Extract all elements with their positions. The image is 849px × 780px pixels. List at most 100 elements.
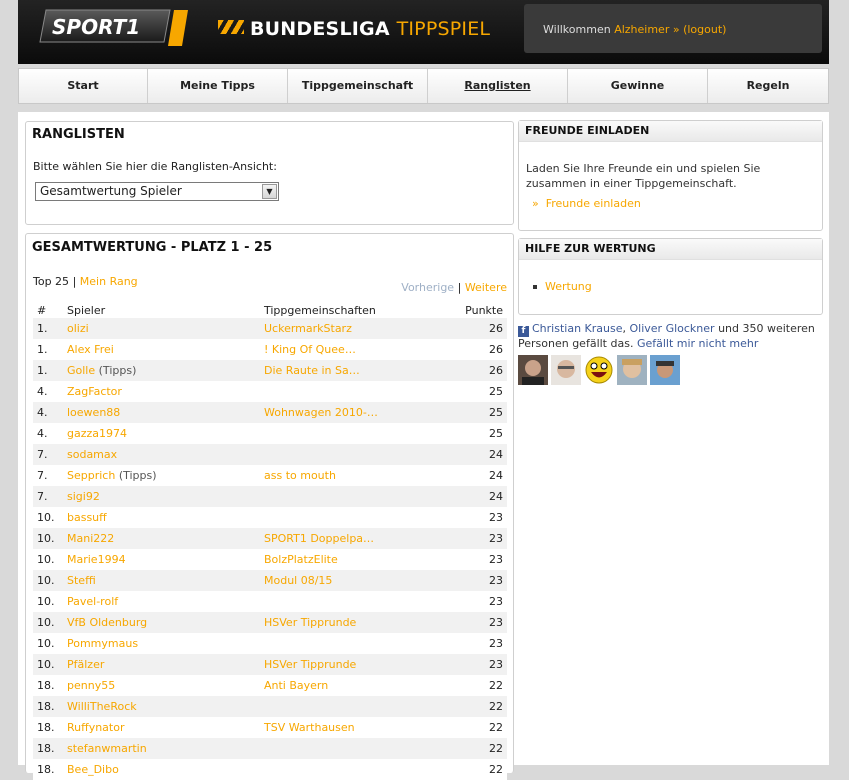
player-link[interactable]: Marie1994 bbox=[67, 553, 126, 566]
player-link[interactable]: Sepprich bbox=[67, 469, 115, 482]
row-team[interactable]: BolzPlatzElite bbox=[260, 549, 444, 570]
next-page-link[interactable]: Weitere bbox=[465, 281, 507, 294]
player-link[interactable]: Alex Frei bbox=[67, 343, 114, 356]
player-link[interactable]: WilliTheRock bbox=[67, 700, 137, 713]
freunde-einladen-label: Freunde einladen bbox=[545, 197, 641, 210]
row-rank: 7. bbox=[33, 444, 63, 465]
row-team[interactable]: Anti Bayern bbox=[260, 675, 444, 696]
mein-rang-link[interactable]: Mein Rang bbox=[80, 275, 138, 288]
row-team[interactable]: HSVer Tipprunde bbox=[260, 612, 444, 633]
row-points: 25 bbox=[444, 423, 507, 444]
row-rank: 1. bbox=[33, 360, 63, 381]
username-link[interactable]: Alzheimer » bbox=[614, 23, 679, 36]
ranglisten-title: RANGLISTEN bbox=[32, 127, 125, 142]
player-link[interactable]: Ruffynator bbox=[67, 721, 125, 734]
avatar[interactable] bbox=[518, 355, 548, 385]
player-link[interactable]: Steffi bbox=[67, 574, 96, 587]
row-rank: 18. bbox=[33, 738, 63, 759]
player-link[interactable]: Pommymaus bbox=[67, 637, 138, 650]
table-row: 1. Golle (Tipps) Die Raute in Sa… 26 bbox=[33, 360, 507, 381]
player-link[interactable]: Pavel-rolf bbox=[67, 595, 118, 608]
player-link[interactable]: Pfälzer bbox=[67, 658, 104, 671]
ranglisten-panel: RANGLISTEN Bitte wählen Sie hier die Ran… bbox=[25, 121, 514, 225]
chevron-down-icon[interactable]: ▼ bbox=[262, 184, 277, 199]
row-rank: 18. bbox=[33, 696, 63, 717]
row-rank: 10. bbox=[33, 612, 63, 633]
player-link[interactable]: gazza1974 bbox=[67, 427, 127, 440]
player-link[interactable]: sodamax bbox=[67, 448, 117, 461]
fb-avatars bbox=[518, 355, 680, 385]
player-link[interactable]: sigi92 bbox=[67, 490, 100, 503]
row-points: 24 bbox=[444, 486, 507, 507]
row-player: olizi bbox=[63, 318, 260, 339]
row-points: 25 bbox=[444, 381, 507, 402]
row-rank: 18. bbox=[33, 675, 63, 696]
wertung-link[interactable]: Wertung bbox=[545, 280, 592, 293]
fb-friend-1[interactable]: Christian Krause bbox=[532, 322, 623, 335]
nav-ranglisten[interactable]: Ranglisten bbox=[428, 69, 568, 103]
row-player: bassuff bbox=[63, 507, 260, 528]
title-accent: TIPPSPIEL bbox=[396, 18, 491, 40]
nav-regeln[interactable]: Regeln bbox=[708, 69, 828, 103]
row-team[interactable]: SPORT1 Doppelpa… bbox=[260, 528, 444, 549]
row-player: ZagFactor bbox=[63, 381, 260, 402]
avatar[interactable] bbox=[551, 355, 581, 385]
table-header: # Spieler Tippgemeinschaften Punkte bbox=[33, 302, 507, 318]
table-row: 1. Alex Frei ! King Of Quee… 26 bbox=[33, 339, 507, 360]
player-link[interactable]: penny55 bbox=[67, 679, 115, 692]
view-select[interactable]: Gesamtwertung Spieler ▼ bbox=[35, 182, 279, 201]
row-rank: 10. bbox=[33, 633, 63, 654]
nav-gewinne[interactable]: Gewinne bbox=[568, 69, 708, 103]
tipps-link[interactable]: (Tipps) bbox=[119, 469, 157, 482]
table-row: 10. Pfälzer HSVer Tipprunde 23 bbox=[33, 654, 507, 675]
gesamtwertung-title: GESAMTWERTUNG - PLATZ 1 - 25 bbox=[32, 240, 273, 255]
view-select-value: Gesamtwertung Spieler bbox=[40, 184, 182, 198]
row-player: Mani222 bbox=[63, 528, 260, 549]
fb-friend-2[interactable]: Oliver Glockner bbox=[630, 322, 715, 335]
freunde-einladen-link[interactable]: » Freunde einladen bbox=[532, 197, 641, 210]
row-points: 23 bbox=[444, 654, 507, 675]
player-link[interactable]: bassuff bbox=[67, 511, 107, 524]
fb-unlike-link[interactable]: Gefällt mir nicht mehr bbox=[637, 337, 758, 350]
row-team bbox=[260, 696, 444, 717]
row-team[interactable]: UckermarkStarz bbox=[260, 318, 444, 339]
player-link[interactable]: Mani222 bbox=[67, 532, 114, 545]
col-points-header: Punkte bbox=[465, 303, 503, 317]
avatar[interactable] bbox=[584, 355, 614, 385]
row-team[interactable]: ass to mouth bbox=[260, 465, 444, 486]
nav-tippgemeinschaft[interactable]: Tippgemeinschaft bbox=[288, 69, 428, 103]
player-link[interactable]: stefanwmartin bbox=[67, 742, 147, 755]
row-team bbox=[260, 591, 444, 612]
prev-page-link[interactable]: Vorherige bbox=[401, 281, 454, 294]
row-team[interactable]: Modul 08/15 bbox=[260, 570, 444, 591]
player-link[interactable]: olizi bbox=[67, 322, 89, 335]
nav-start[interactable]: Start bbox=[19, 69, 148, 103]
logout-link[interactable]: (logout) bbox=[683, 23, 726, 36]
row-team[interactable]: Die Raute in Sa… bbox=[260, 360, 444, 381]
player-link[interactable]: VfB Oldenburg bbox=[67, 616, 147, 629]
row-rank: 10. bbox=[33, 549, 63, 570]
player-link[interactable]: loewen88 bbox=[67, 406, 120, 419]
tipps-link[interactable]: (Tipps) bbox=[99, 364, 137, 377]
row-points: 22 bbox=[444, 717, 507, 738]
hilfe-title: HILFE ZUR WERTUNG bbox=[519, 239, 822, 260]
row-rank: 1. bbox=[33, 318, 63, 339]
pager-separator: | bbox=[457, 281, 462, 294]
nav-tippgemeinschaft-label: Tippgemeinschaft bbox=[301, 79, 414, 92]
top25-link[interactable]: Top 25 bbox=[33, 275, 69, 288]
main-nav: Start Meine Tipps Tippgemeinschaft Rangl… bbox=[18, 68, 829, 104]
nav-meine-tipps[interactable]: Meine Tipps bbox=[148, 69, 288, 103]
avatar[interactable] bbox=[650, 355, 680, 385]
row-team[interactable]: Wohnwagen 2010-… bbox=[260, 402, 444, 423]
title-main: BUNDESLIGA bbox=[250, 18, 390, 40]
row-team[interactable]: HSVer Tipprunde bbox=[260, 654, 444, 675]
row-team[interactable]: TSV Warthausen bbox=[260, 717, 444, 738]
player-link[interactable]: Golle bbox=[67, 364, 95, 377]
avatar[interactable] bbox=[617, 355, 647, 385]
sport1-logo[interactable]: SPORT1 bbox=[38, 8, 190, 48]
player-link[interactable]: ZagFactor bbox=[67, 385, 122, 398]
table-row: 7. Sepprich (Tipps) ass to mouth 24 bbox=[33, 465, 507, 486]
row-team[interactable]: ! King Of Quee… bbox=[260, 339, 444, 360]
main-content: RANGLISTEN Bitte wählen Sie hier die Ran… bbox=[18, 112, 829, 780]
sport1-logo-graphic: SPORT1 bbox=[39, 9, 188, 46]
